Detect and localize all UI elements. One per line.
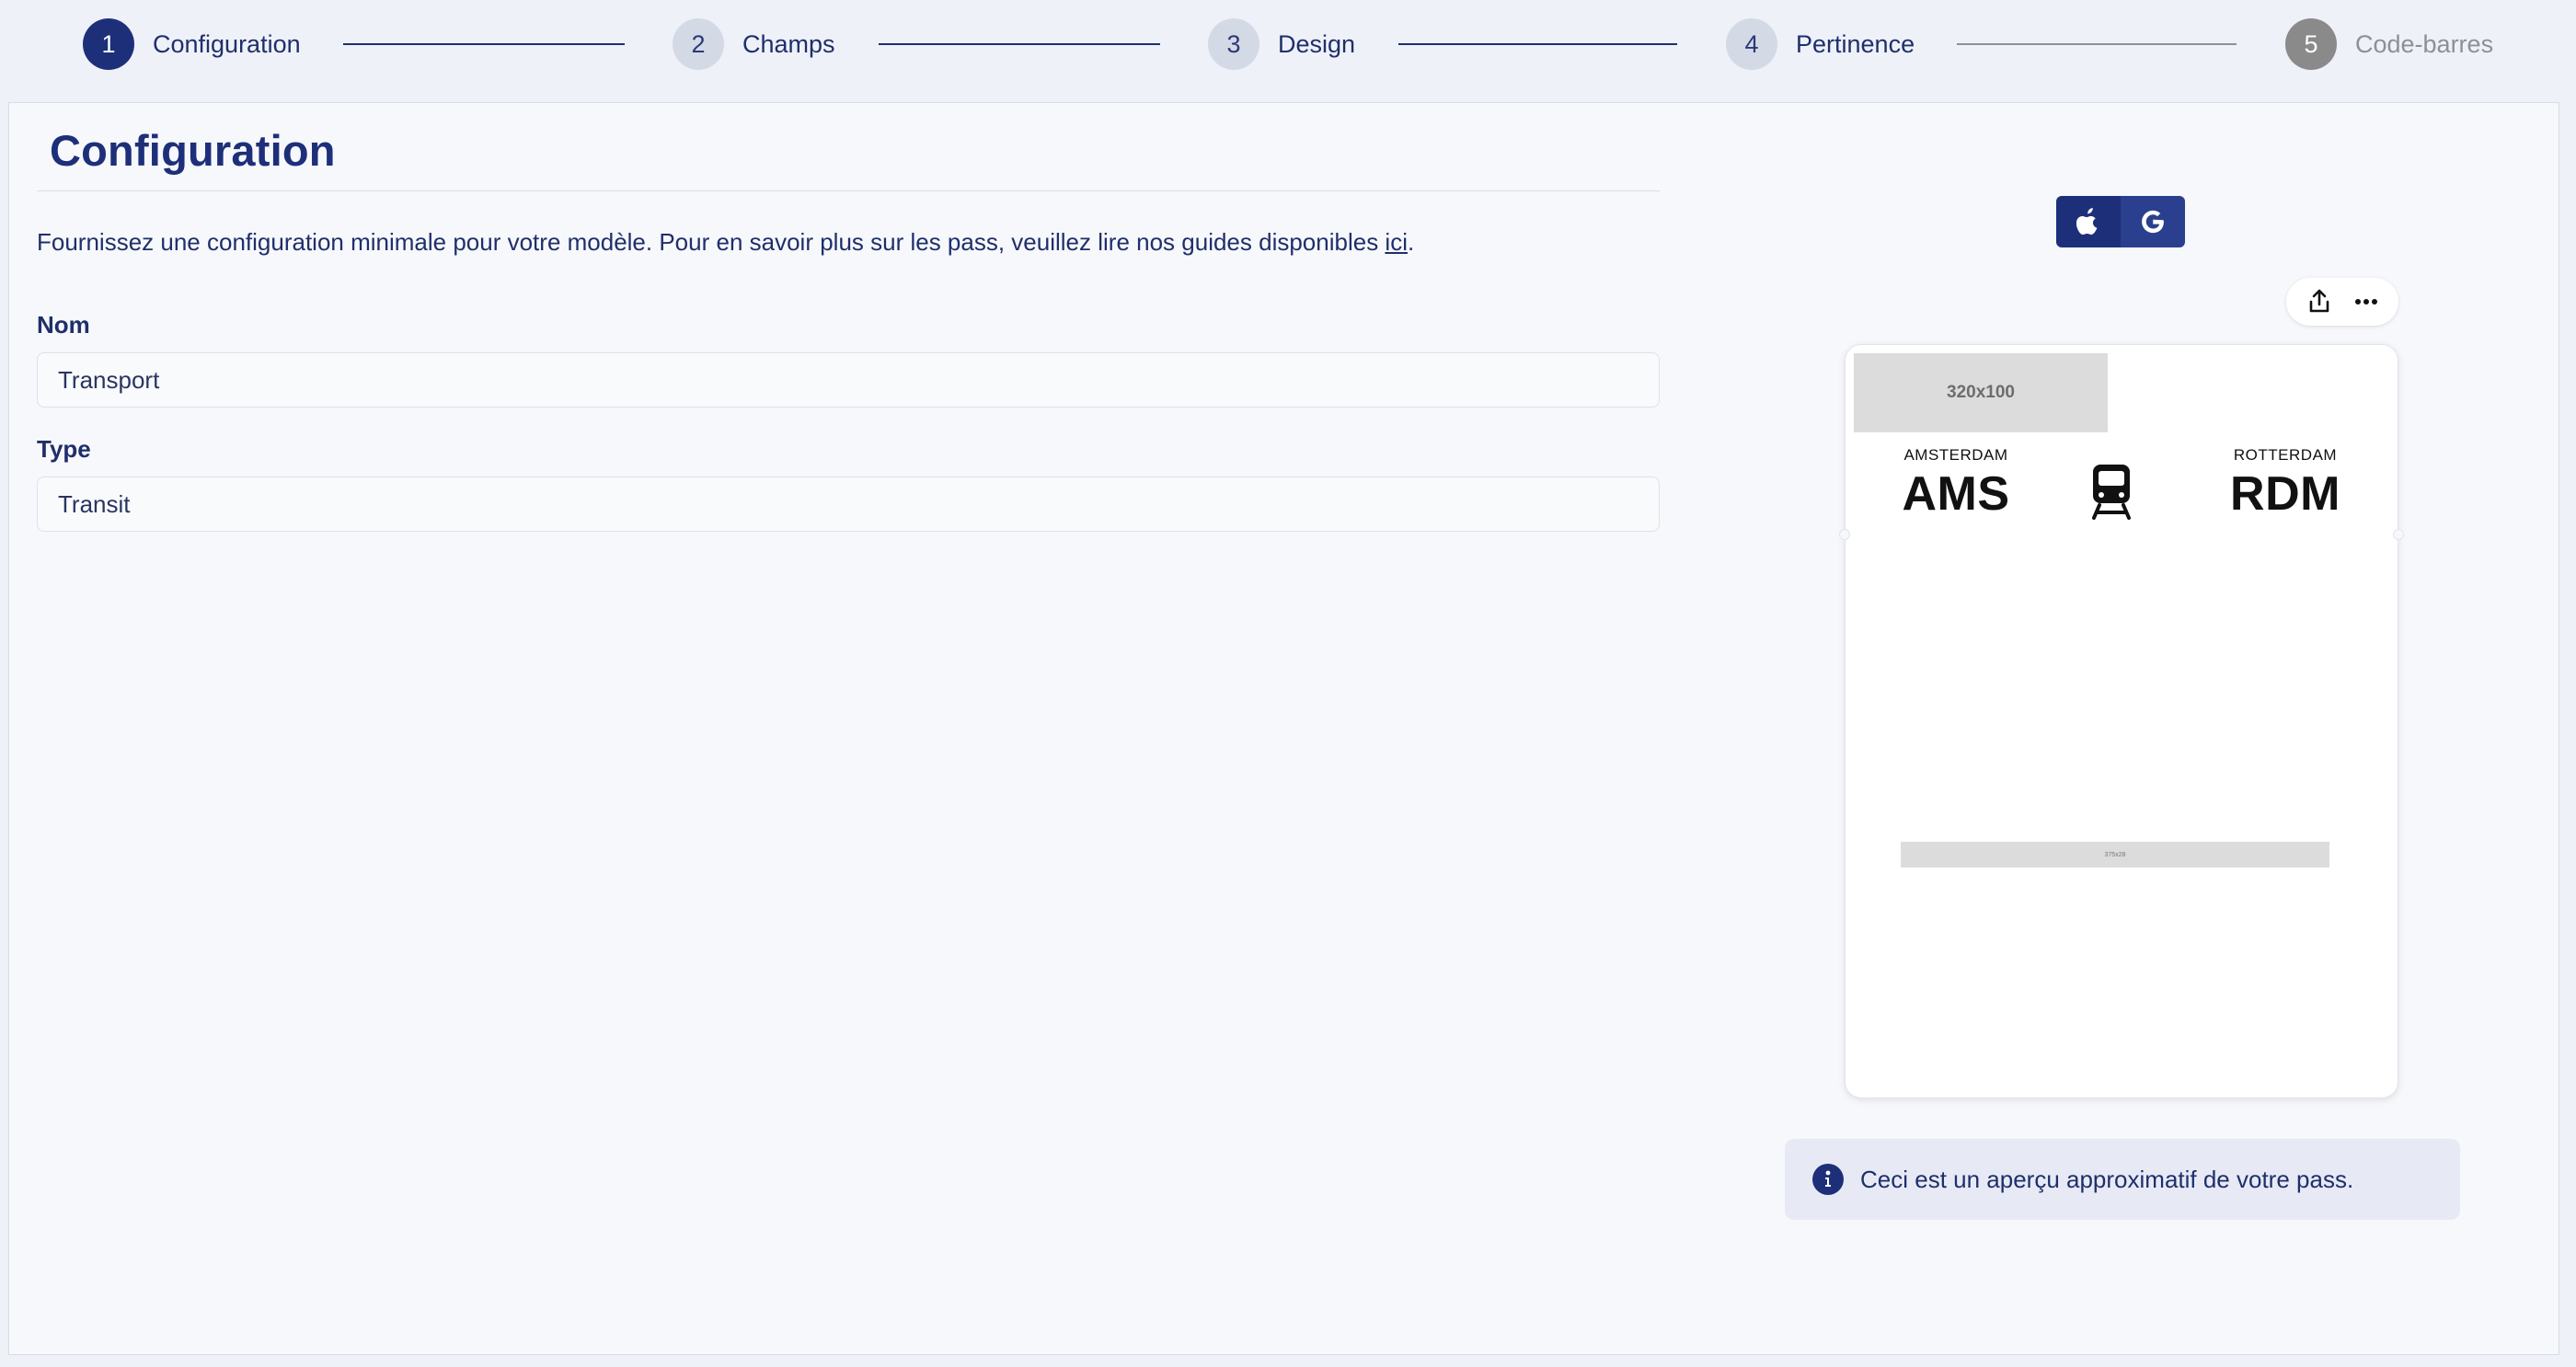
origin-code: AMS — [1902, 467, 2010, 521]
step-number: 4 — [1726, 18, 1777, 70]
title-divider — [37, 190, 1660, 191]
more-button[interactable] — [2348, 283, 2385, 320]
name-label: Nom — [37, 311, 90, 339]
google-icon — [2142, 210, 2164, 234]
type-select[interactable]: Transit — [37, 477, 1660, 532]
step-label: Code-barres — [2355, 29, 2494, 58]
step-pertinence[interactable]: 4 Pertinence — [1726, 18, 1915, 70]
step-label: Pertinence — [1796, 29, 1915, 58]
intro-text: Fournissez une configuration minimale po… — [37, 228, 1414, 257]
step-label: Champs — [742, 29, 835, 58]
share-icon — [2309, 289, 2329, 313]
step-number: 5 — [2285, 18, 2337, 70]
step-configuration[interactable]: 1 Configuration — [83, 18, 301, 70]
guides-link[interactable]: ici — [1385, 228, 1408, 256]
logo-placeholder: 320x100 — [1854, 353, 2108, 432]
step-number: 2 — [673, 18, 724, 70]
share-button[interactable] — [2301, 283, 2338, 320]
apple-platform-button[interactable] — [2056, 196, 2121, 247]
type-label: Type — [37, 435, 91, 463]
pass-notch-right — [2393, 529, 2404, 540]
barcode-placeholder: 375x28 — [1901, 842, 2329, 867]
intro-body: Fournissez une configuration minimale po… — [37, 228, 1386, 256]
preview-toolbar — [2286, 278, 2398, 326]
notice-text: Ceci est un aperçu approximatif de votre… — [1860, 1165, 2354, 1193]
destination-station: ROTTERDAM RDM — [2193, 446, 2377, 522]
platform-toggle — [2056, 196, 2185, 247]
origin-station: AMSTERDAM AMS — [1864, 446, 2048, 522]
apple-icon — [2076, 208, 2098, 235]
step-number: 3 — [1208, 18, 1259, 70]
step-code-barres[interactable]: 5 Code-barres — [2285, 18, 2493, 70]
intro-end: . — [1407, 228, 1415, 256]
train-icon — [2092, 465, 2131, 520]
step-label: Design — [1278, 29, 1356, 58]
destination-city: ROTTERDAM — [2233, 446, 2338, 464]
step-connector — [1398, 43, 1677, 45]
step-number: 1 — [83, 18, 134, 70]
configuration-panel: Configuration Fournissez une configurati… — [8, 102, 2559, 1355]
step-connector — [879, 43, 1160, 45]
google-platform-button[interactable] — [2121, 196, 2185, 247]
step-connector — [343, 43, 625, 45]
more-icon — [2354, 299, 2377, 304]
step-design[interactable]: 3 Design — [1208, 18, 1355, 70]
page-title: Configuration — [50, 126, 336, 175]
stepper: 1 Configuration 2 Champs 3 Design 4 Pert… — [0, 0, 2576, 88]
info-icon — [1812, 1164, 1844, 1195]
step-champs[interactable]: 2 Champs — [673, 18, 835, 70]
step-connector — [1957, 43, 2237, 45]
step-label: Configuration — [153, 29, 301, 58]
origin-city: AMSTERDAM — [1903, 446, 2008, 464]
name-input[interactable]: Transport — [37, 352, 1660, 408]
destination-code: RDM — [2230, 467, 2340, 521]
preview-notice: Ceci est un aperçu approximatif de votre… — [1785, 1139, 2460, 1220]
pass-preview: 320x100 AMSTERDAM AMS ROTTERDAM RDM 375x… — [1839, 344, 2404, 1098]
pass-notch-left — [1839, 529, 1850, 540]
